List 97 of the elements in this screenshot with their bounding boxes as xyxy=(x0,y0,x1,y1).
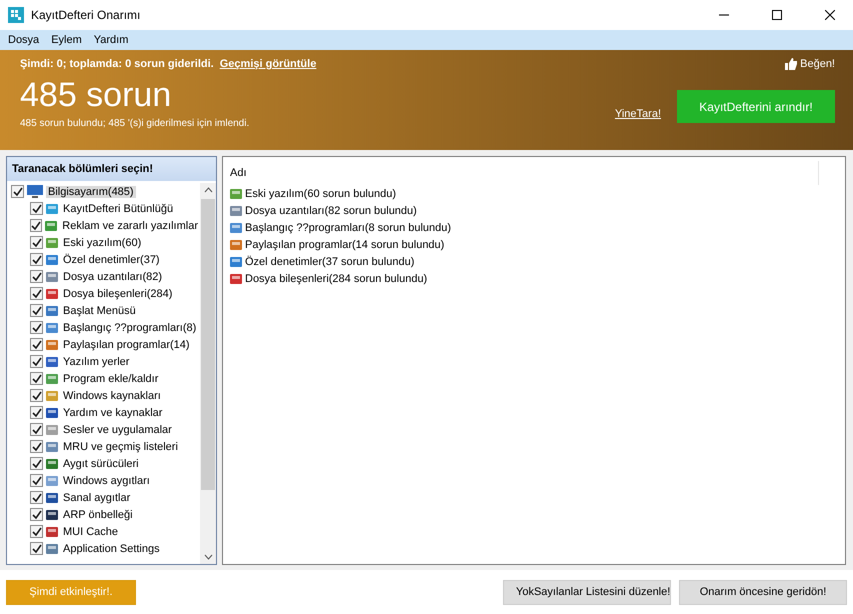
section-icon xyxy=(45,304,59,318)
section-icon xyxy=(45,542,59,556)
section-icon xyxy=(45,270,59,284)
tree-item[interactable]: Eski yazılım(60) xyxy=(61,236,144,248)
checkbox[interactable] xyxy=(30,372,43,385)
checkbox[interactable] xyxy=(30,525,43,538)
tree-item[interactable]: Dosya bileşenleri(284) xyxy=(61,288,174,300)
tree-item[interactable]: Sanal aygıtlar xyxy=(61,492,132,504)
section-icon xyxy=(45,338,59,352)
section-icon xyxy=(45,286,59,300)
tree-item[interactable]: MUI Cache xyxy=(61,526,120,538)
section-icon xyxy=(45,372,59,386)
result-item[interactable]: Dosya bileşenleri(284 sorun bulundu) xyxy=(245,272,428,284)
checkbox[interactable] xyxy=(30,236,43,249)
tree-item[interactable]: Dosya uzantıları(82) xyxy=(61,270,164,282)
section-icon xyxy=(45,490,59,504)
thumbs-up-icon xyxy=(785,58,798,70)
tree-item[interactable]: Program ekle/kaldır xyxy=(61,372,160,384)
restore-button[interactable]: Onarım öncesine geridön! xyxy=(679,580,847,604)
tree-item[interactable]: Yardım ve kaynaklar xyxy=(61,406,164,418)
result-item[interactable]: Başlangıç ??programları(8 sorun bulundu) xyxy=(245,222,452,234)
section-icon xyxy=(45,388,59,402)
tree-item[interactable]: Başlat Menüsü xyxy=(61,304,138,316)
section-icon xyxy=(45,440,59,454)
scrollbar[interactable] xyxy=(200,183,216,564)
tree-item[interactable]: Windows aygıtları xyxy=(61,474,152,486)
section-icon xyxy=(45,456,59,470)
result-item[interactable]: Özel denetimler(37 sorun bulundu) xyxy=(245,256,414,268)
checkbox[interactable] xyxy=(30,406,43,419)
checkbox[interactable] xyxy=(30,491,43,504)
tree-item[interactable]: MRU ve geçmiş listeleri xyxy=(61,440,180,452)
tree-item[interactable]: Yazılım yerler xyxy=(61,356,132,368)
checkbox[interactable] xyxy=(30,338,43,351)
checkbox[interactable] xyxy=(30,253,43,266)
checkbox[interactable] xyxy=(30,219,42,232)
checkbox[interactable] xyxy=(30,389,43,402)
rescan-link[interactable]: YineTara! xyxy=(614,108,661,120)
section-icon xyxy=(44,218,58,232)
result-icon xyxy=(229,272,243,286)
ignore-list-button[interactable]: YokSayılanlar Listesini düzenle! xyxy=(503,580,671,604)
tree-item[interactable]: ARP önbelleği xyxy=(61,508,135,520)
section-icon xyxy=(45,202,59,216)
result-icon xyxy=(229,254,243,268)
checkbox[interactable] xyxy=(30,508,43,521)
computer-icon xyxy=(26,184,44,198)
checkbox[interactable] xyxy=(30,542,43,555)
problem-count: 485 sorun xyxy=(20,75,172,116)
checkbox[interactable] xyxy=(30,202,43,215)
section-icon xyxy=(45,508,59,522)
checkbox[interactable] xyxy=(30,474,43,487)
checkbox[interactable] xyxy=(30,304,43,317)
menu-item[interactable]: Eylem xyxy=(47,34,86,46)
result-item[interactable]: Paylaşılan programlar(14 sorun bulundu) xyxy=(245,238,444,250)
checkbox[interactable] xyxy=(30,270,43,283)
tree-item[interactable]: Bilgisayarım(485) xyxy=(46,186,136,198)
tree-item[interactable]: Aygıt sürücüleri xyxy=(61,458,141,470)
result-icon xyxy=(229,220,243,234)
result-icon xyxy=(229,186,243,200)
maximize-icon xyxy=(772,10,782,20)
tree-item[interactable]: KayıtDefteri Bütünlüğü xyxy=(61,202,176,214)
tree-item[interactable]: Application Settings xyxy=(61,542,162,554)
section-icon xyxy=(45,524,59,538)
status-text: Şimdi: 0; toplamda: 0 sorun giderildi. xyxy=(20,58,214,70)
result-icon xyxy=(229,204,243,218)
tree-item[interactable]: Paylaşılan programlar(14) xyxy=(61,338,192,350)
section-icon xyxy=(45,252,59,266)
section-icon xyxy=(45,354,59,368)
tree-item[interactable]: Özel denetimler(37) xyxy=(61,254,162,266)
checkbox[interactable] xyxy=(30,321,43,334)
app-icon xyxy=(8,7,24,23)
menu-item[interactable]: Dosya xyxy=(4,34,44,46)
history-link[interactable]: Geçmişi görüntüle xyxy=(220,58,316,70)
tree-item[interactable]: Windows kaynakları xyxy=(61,390,163,402)
tree-item[interactable]: Sesler ve uygulamalar xyxy=(61,424,174,436)
close-icon xyxy=(825,10,835,20)
checkbox[interactable] xyxy=(11,185,24,198)
like-button[interactable]: Beğen! xyxy=(785,58,835,70)
section-icon xyxy=(45,422,59,436)
checkbox[interactable] xyxy=(30,355,43,368)
summary-text: 485 sorun bulundu; 485 '(s)i giderilmesi için imlendi. xyxy=(20,118,250,129)
section-icon xyxy=(45,320,59,334)
checkbox[interactable] xyxy=(30,423,43,436)
result-item[interactable]: Eski yazılım(60 sorun bulundu) xyxy=(245,188,396,200)
panel-title: Taranacak bölümleri seçin! xyxy=(7,157,216,181)
window-title: KayıtDefteri Onarımı xyxy=(31,8,142,22)
tree-item[interactable]: Başlangıç ??programları(8) xyxy=(61,322,198,334)
section-icon xyxy=(45,406,59,420)
tree-item[interactable]: Reklam ve zararlı yazılımlar xyxy=(60,220,200,232)
checkbox[interactable] xyxy=(30,457,43,470)
checkbox[interactable] xyxy=(30,287,43,300)
section-icon xyxy=(45,236,59,250)
section-icon xyxy=(45,474,59,488)
checkbox[interactable] xyxy=(30,440,43,453)
result-icon xyxy=(229,238,243,252)
result-item[interactable]: Dosya uzantıları(82 sorun bulundu) xyxy=(245,204,417,216)
column-header[interactable]: Adı xyxy=(229,161,819,185)
menu-item[interactable]: Yardım xyxy=(90,34,132,46)
